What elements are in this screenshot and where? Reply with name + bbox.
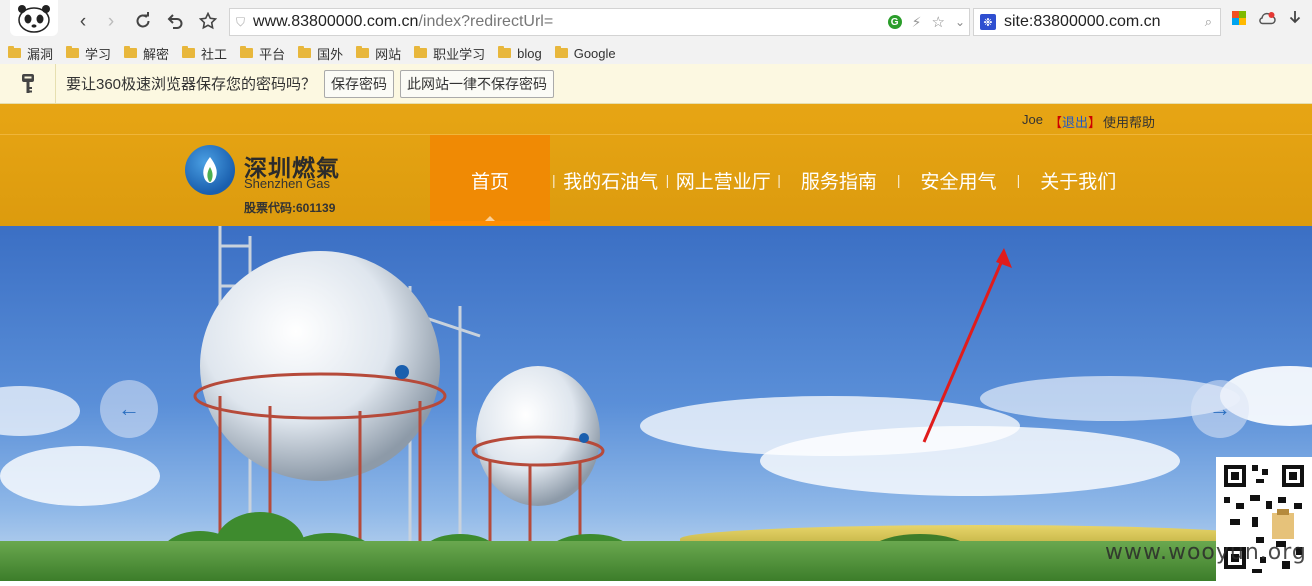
nav-item-safety[interactable]: 安全用气 [903, 135, 1015, 225]
bookmark-folder[interactable]: 职业学习 [414, 44, 485, 63]
search-input[interactable]: ❉ site:83800000.com.cn ⌕ [973, 8, 1221, 36]
bookmark-folder[interactable]: blog [498, 46, 542, 61]
download-icon[interactable] [1288, 10, 1302, 26]
gas-tank-illustration [160, 226, 635, 581]
search-query: site:83800000.com.cn [1004, 13, 1161, 30]
bookmark-folder[interactable]: 网站 [356, 44, 401, 63]
arrow-left-icon: ← [118, 396, 140, 421]
favorite-star-icon[interactable]: ☆ [931, 13, 944, 31]
never-save-button[interactable]: 此网站一律不保存密码 [400, 69, 555, 98]
folder-icon [356, 46, 370, 58]
logout-link[interactable]: 退出 [1062, 112, 1088, 131]
bookmark-folder[interactable]: 平台 [240, 44, 285, 63]
folder-icon [240, 46, 254, 58]
browser-logo-icon[interactable] [10, 0, 58, 36]
nav-item-home[interactable]: 首页 [430, 135, 550, 225]
logo-title-en: Shenzhen Gas [244, 176, 331, 191]
site-logo[interactable]: 深圳燃氣 Shenzhen Gas 股票代码:601139 [185, 143, 385, 223]
url-host: www.83800000.com.cn [253, 13, 419, 30]
stock-code: 股票代码:601139 [244, 201, 336, 215]
search-icon[interactable]: ⌕ [1205, 14, 1212, 30]
reload-icon[interactable] [132, 10, 154, 32]
bookmarks-bar: 漏洞 学习 解密 社工 平台 国外 网站 职业学习 blog Google [0, 42, 1312, 64]
bookmark-folder[interactable]: 解密 [124, 44, 169, 63]
forward-icon[interactable]: › [100, 10, 122, 32]
save-password-button[interactable]: 保存密码 [324, 69, 395, 98]
folder-icon [182, 46, 196, 58]
folder-icon [498, 46, 512, 58]
key-icon [0, 63, 56, 104]
nav-item-about[interactable]: 关于我们 [1022, 135, 1134, 225]
shield-icon: ⛉ [236, 14, 246, 29]
bookmark-folder[interactable]: 国外 [298, 44, 343, 63]
hero-banner [0, 226, 1312, 581]
folder-icon [414, 46, 428, 58]
folder-icon [124, 46, 138, 58]
folder-icon [66, 46, 80, 58]
main-nav: 首页 | 我的石油气 | 网上营业厅 | 服务指南 | 安全用气 | 关于我们 [430, 135, 1134, 225]
help-link[interactable]: 使用帮助 [1103, 112, 1155, 131]
cloud-sync-icon[interactable] [1258, 11, 1276, 25]
lightning-icon[interactable]: ⚡ [912, 14, 922, 31]
password-prompt: 要让360极速浏览器保存您的密码吗？ [66, 76, 317, 93]
address-bar[interactable]: ⛉ www.83800000.com.cn/index?redirectUrl=… [229, 8, 970, 36]
baidu-paw-icon: ❉ [980, 14, 996, 30]
folder-icon [298, 46, 312, 58]
browser-toolbar: ‹ › ⛉ www.83800000.com.cn/index?redirect… [0, 0, 1312, 42]
prev-slide-button[interactable]: ← [100, 380, 158, 438]
bookmark-folder[interactable]: 漏洞 [8, 44, 53, 63]
nav-item-online-office[interactable]: 网上营业厅 [671, 135, 775, 225]
undo-icon[interactable] [164, 10, 186, 32]
arrow-right-icon: → [1209, 396, 1231, 421]
password-save-bar: 要让360极速浏览器保存您的密码吗？ 保存密码 此网站一律不保存密码 [0, 63, 1312, 104]
watermark-text: www.wooyun.org [1105, 540, 1307, 565]
chevron-down-icon[interactable]: ⌄ [955, 15, 965, 29]
folder-icon [8, 46, 21, 58]
user-bar: Joe 【退出】 使用帮助 [1022, 112, 1156, 131]
red-arrow-annotation [922, 248, 1012, 443]
next-slide-button[interactable]: → [1191, 380, 1249, 438]
bookmark-folder[interactable]: 学习 [66, 44, 111, 63]
folder-icon [554, 46, 568, 58]
username: Joe [1022, 112, 1043, 127]
flame-logo-icon [185, 145, 235, 195]
bookmark-folder[interactable]: Google [554, 46, 616, 61]
bookmark-star-icon[interactable] [197, 10, 219, 32]
back-icon[interactable]: ‹ [72, 10, 94, 32]
nav-item-my-lpg[interactable]: 我的石油气 [558, 135, 664, 225]
green-g-icon[interactable]: G [887, 15, 902, 29]
apps-grid-icon[interactable] [1232, 11, 1246, 25]
nav-item-service-guide[interactable]: 服务指南 [783, 135, 895, 225]
bookmark-folder[interactable]: 社工 [182, 44, 227, 63]
url-path: /index?redirectUrl= [418, 13, 554, 30]
